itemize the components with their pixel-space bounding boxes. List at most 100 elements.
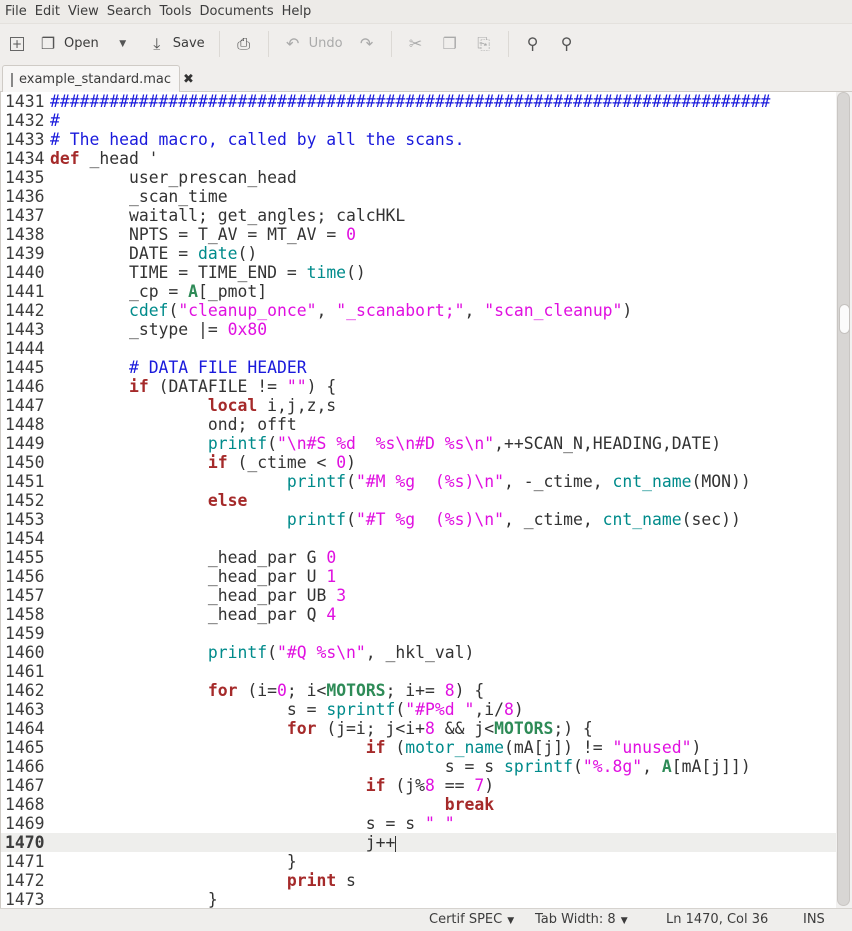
code-line[interactable]: 1455 _head_par G 0	[1, 548, 836, 567]
cut-button[interactable]: ✂	[406, 34, 426, 54]
code-line[interactable]: 1433 # The head macro, called by all the …	[1, 130, 836, 149]
code-line[interactable]: 1442 cdef("cleanup_once", "_scanabort;",…	[1, 301, 836, 320]
redo-button[interactable]: ↷	[357, 34, 377, 54]
code-line[interactable]: 1438 NPTS = T_AV = MT_AV = 0	[1, 225, 836, 244]
code-line[interactable]: 1468 break	[1, 795, 836, 814]
tab-example-standard[interactable]: example_standard.mac ✖	[2, 65, 194, 93]
code-line[interactable]: 1440 TIME = TIME_END = time()	[1, 263, 836, 282]
undo-button[interactable]: ↶ Undo	[283, 34, 343, 54]
number-token: 0	[276, 681, 287, 700]
code-line[interactable]: 1435 user_prescan_head	[1, 168, 836, 187]
code-line[interactable]: 1437 waitall; get_angles; calcHKL	[1, 206, 836, 225]
close-tab-icon[interactable]: ✖	[183, 72, 194, 87]
line-number: 1462	[5, 681, 45, 700]
code-line[interactable]: 1436 _scan_time	[1, 187, 836, 206]
search-icon: ⚲	[526, 34, 539, 53]
line-code: print s	[50, 871, 356, 890]
scrollbar-track[interactable]	[837, 92, 850, 906]
code-line[interactable]: 1432 #	[1, 111, 836, 130]
menu-help[interactable]: Help	[282, 4, 312, 19]
code-line[interactable]: 1454	[1, 529, 836, 548]
code-line[interactable]: 1462 for (i=0; i<MOTORS; i+= 8) {	[1, 681, 836, 700]
open-button[interactable]: ❐ Open	[38, 34, 99, 54]
code-line[interactable]: 1453 printf("#T %g (%s)\n", _ctime, cnt_…	[1, 510, 836, 529]
code-line[interactable]: 1450 if (_ctime < 0)	[1, 453, 836, 472]
code-text: , -_ctime,	[503, 472, 613, 491]
code-line[interactable]: 1449 printf("\n#S %d %s\n#D %s\n",++SCAN…	[1, 434, 836, 453]
code-text: (i=	[237, 681, 277, 700]
code-line[interactable]: 1444	[1, 339, 836, 358]
code-line[interactable]: 1431 ####################################…	[1, 92, 836, 111]
language-label: Certif SPEC	[429, 912, 503, 927]
find-button[interactable]: ⚲	[523, 34, 543, 54]
code-text: j++	[50, 833, 396, 852]
code-line[interactable]: 1447 local i,j,z,s	[1, 396, 836, 415]
keyword-token: else	[207, 491, 248, 510]
code-line[interactable]: 1434 def _head '	[1, 149, 836, 168]
scrollbar-thumb[interactable]	[839, 304, 850, 334]
menu-view[interactable]: View	[68, 4, 99, 19]
menu-bar: File Edit View Search Tools Documents He…	[0, 0, 852, 23]
line-number: 1439	[5, 244, 45, 263]
vertical-scrollbar[interactable]	[836, 92, 852, 908]
print-button[interactable]: ⎙	[234, 34, 254, 54]
code-line[interactable]: 1464 for (j=i; j<i+8 && j<MOTORS;) {	[1, 719, 836, 738]
new-button[interactable]: +	[10, 36, 24, 51]
code-line[interactable]: 1459	[1, 624, 836, 643]
comment-token: ########################################…	[50, 92, 771, 111]
code-line[interactable]: 1456 _head_par U 1	[1, 567, 836, 586]
copy-button[interactable]: ❐	[440, 34, 460, 54]
tab-width-selector[interactable]: Tab Width: 8 ▼	[535, 912, 628, 927]
line-number: 1470	[5, 833, 45, 852]
code-line[interactable]: 1445 # DATA FILE HEADER	[1, 358, 836, 377]
code-text: ,	[316, 301, 337, 320]
line-code: else	[50, 491, 247, 510]
line-code: _head_par U 1	[50, 567, 336, 586]
keyword-token: if	[207, 453, 228, 472]
paste-button[interactable]: ⎘	[474, 34, 494, 54]
menu-search[interactable]: Search	[107, 4, 152, 19]
code-line[interactable]: 1451 printf("#M %g (%s)\n", -_ctime, cnt…	[1, 472, 836, 491]
open-recent-dropdown[interactable]: ▼	[113, 34, 133, 54]
code-editor[interactable]: 1431 ####################################…	[0, 92, 836, 908]
number-token: 0x80	[227, 320, 268, 339]
code-line[interactable]: 1463 s = sprintf("#P%d ",i/8)	[1, 700, 836, 719]
code-line[interactable]: 1466 s = s sprintf("%.8g", A[mA[j]])	[1, 757, 836, 776]
save-button[interactable]: ⤓ Save	[147, 34, 204, 54]
code-line[interactable]: 1470 j++	[1, 833, 836, 852]
keyword-token: local	[207, 396, 258, 415]
code-text: )	[484, 776, 495, 795]
code-line[interactable]: 1472 print s	[1, 871, 836, 890]
code-line[interactable]: 1473 }	[1, 890, 836, 908]
cut-icon: ✂	[408, 34, 423, 53]
menu-tools[interactable]: Tools	[159, 4, 191, 19]
code-line[interactable]: 1439 DATE = date()	[1, 244, 836, 263]
language-selector[interactable]: Certif SPEC ▼	[429, 912, 514, 927]
code-line[interactable]: 1457 _head_par UB 3	[1, 586, 836, 605]
function-token: time	[306, 263, 347, 282]
code-line[interactable]: 1448 ond; offt	[1, 415, 836, 434]
code-line[interactable]: 1458 _head_par Q 4	[1, 605, 836, 624]
code-line[interactable]: 1452 else	[1, 491, 836, 510]
line-number: 1453	[5, 510, 45, 529]
code-line[interactable]: 1446 if (DATAFILE != "") {	[1, 377, 836, 396]
code-line[interactable]: 1465 if (motor_name(mA[j]) != "unused")	[1, 738, 836, 757]
code-line[interactable]: 1461	[1, 662, 836, 681]
code-text: (j=i; j<i+	[316, 719, 426, 738]
code-line[interactable]: 1441 _cp = A[_pmot]	[1, 282, 836, 301]
code-line[interactable]: 1471 }	[1, 852, 836, 871]
menu-file[interactable]: File	[5, 4, 27, 19]
code-line[interactable]: 1467 if (j%8 == 7)	[1, 776, 836, 795]
code-line[interactable]: 1443 _stype |= 0x80	[1, 320, 836, 339]
menu-documents[interactable]: Documents	[200, 4, 274, 19]
menu-edit[interactable]: Edit	[35, 4, 60, 19]
line-code: local i,j,z,s	[50, 396, 336, 415]
code-line[interactable]: 1469 s = s " "	[1, 814, 836, 833]
string-token: ""	[286, 377, 307, 396]
code-line[interactable]: 1460 printf("#Q %s\n", _hkl_val)	[1, 643, 836, 662]
find-replace-button[interactable]: ⚲	[557, 34, 577, 54]
